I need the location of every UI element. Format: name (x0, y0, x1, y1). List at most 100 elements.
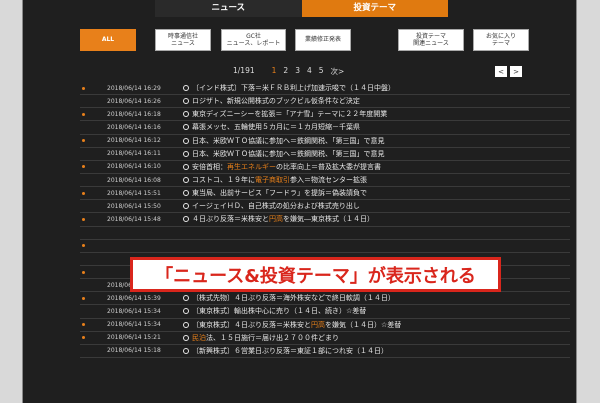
headline-text: ロジザト、新規公開株式のブックビル仮条件など決定 (192, 97, 360, 106)
news-circle-icon (183, 203, 189, 210)
page-link-1[interactable]: 1 (272, 66, 277, 77)
news-row[interactable]: 2018/06/14 16:16 幕張メッセ、五輪使用５カ月に＝１カ月短縮－千葉県 (80, 121, 570, 135)
news-row[interactable]: 2018/06/14 16:12 日本、米欧ＷＴＯ協議に参加へ＝鉄鋼関税、「第三国… (80, 135, 570, 148)
news-row[interactable]: 2018/06/14 15:48 ４日ぶり反落＝米株安と円高を嫌気―東京株式（１４… (80, 213, 570, 227)
bullet-dot-icon (80, 216, 86, 222)
news-circle-icon (183, 177, 189, 184)
news-date: 2018/06/14 16:12 (107, 137, 161, 145)
news-row[interactable]: 2018/06/14 15:39 〔株式先物〕４日ぶり反落＝海外株安などで終日軟調… (80, 292, 570, 306)
headline-keyword-link[interactable]: 電子商取引 (255, 176, 290, 184)
bullet-dot-icon (80, 177, 86, 183)
news-row[interactable]: 2018/06/14 16:26 ロジザト、新規公開株式のブックビル仮条件など決定 (80, 95, 570, 109)
tab-investment-theme[interactable]: 投資テーマ (301, 0, 448, 17)
news-row[interactable] (80, 240, 570, 253)
news-headline: 〔東京株式〕４日ぶり反落＝米株安と円高を嫌気（１４日）☆差替 (192, 320, 401, 330)
headline-keyword-link[interactable]: 円高 (311, 321, 325, 329)
news-row[interactable]: 2018/06/14 16:08 コストコ、１９年に電子商取引参入＝物流センター拡… (80, 174, 570, 188)
news-circle-icon (183, 216, 189, 223)
news-circle-icon (183, 98, 189, 105)
category-theme-news-button[interactable]: 投資テーマ 関連ニュース (398, 29, 464, 51)
headline-text: 日本、米欧ＷＴＯ協議に参加へ＝鉄鋼関税、「第三国」で意見 (192, 149, 385, 158)
news-date: 2018/06/14 16:29 (107, 84, 161, 92)
scroll-arrows: < > (495, 66, 522, 77)
headline-keyword-link[interactable]: 円高 (269, 215, 283, 223)
category-earnings-revision-button[interactable]: 業績修正発表 (295, 29, 351, 51)
pagination: 1/191 1 2 3 4 5 次> (233, 66, 344, 77)
bullet-dot-icon (80, 269, 86, 275)
headline-keyword-link[interactable]: 再生エネルギー (227, 163, 276, 171)
bullet-dot-icon (80, 111, 86, 117)
headline-text: コストコ、１９年に (192, 176, 255, 185)
news-circle-icon (183, 190, 189, 197)
category-jiji-button[interactable]: 時事通信社 ニュース (155, 29, 211, 51)
bullet-dot-icon (80, 282, 86, 288)
news-row[interactable]: 2018/06/14 16:10 安倍首相：再生エネルギーの比率向上＝普及拡大委が… (80, 161, 570, 174)
headline-text: 幕張メッセ、五輪使用５カ月に＝１カ月短縮－千葉県 (192, 123, 360, 132)
news-list: 2018/06/14 16:29 〔インド株式〕下落＝米ＦＲＢ利上げ加速示唆で（１… (80, 82, 570, 358)
news-date: 2018/06/14 15:34 (107, 321, 161, 329)
news-row[interactable]: 2018/06/14 15:34 〔東京株式〕４日ぶり反落＝米株安と円高を嫌気（１… (80, 319, 570, 332)
bullet-dot-icon (80, 124, 86, 130)
news-row[interactable] (80, 227, 570, 240)
news-circle-icon (183, 137, 189, 144)
news-row[interactable]: 2018/06/14 15:18 〔新興株式〕６営業日ぶり反落＝東証１部につれ安（… (80, 345, 570, 358)
headline-text: 〔株式先物〕４日ぶり反落＝海外株安などで終日軟調（１４日） (192, 294, 395, 303)
next-arrow-button[interactable]: > (510, 66, 522, 77)
news-date: 2018/06/14 16:11 (107, 150, 161, 158)
category-favorite-theme-button[interactable]: お気に入り テーマ (473, 29, 529, 51)
bullet-dot-icon (80, 335, 86, 341)
news-circle-icon (183, 308, 189, 315)
news-row[interactable]: 2018/06/14 16:11 日本、米欧ＷＴＯ協議に参加へ＝鉄鋼関税、「第三国… (80, 148, 570, 161)
category-all-button[interactable]: ALL (80, 29, 136, 51)
news-headline: イージェイＨＤ、自己株式の処分および株式売り出し (192, 201, 360, 211)
headline-text: ４日ぶり反落＝米株安と (192, 215, 269, 224)
tab-news[interactable]: ニュース (155, 0, 302, 17)
headline-text: 法、１５日施行＝届け出２７００件どまり (206, 333, 339, 342)
headline-text: の比率向上＝普及拡大委が提言書 (276, 162, 381, 171)
news-headline: 日本、米欧ＷＴＯ協議に参加へ＝鉄鋼関税、「第三国」で意見 (192, 136, 385, 146)
news-circle-icon (183, 347, 189, 354)
headline-text: を嫌気―東京株式（１４日） (283, 215, 374, 224)
news-headline: 〔インド株式〕下落＝米ＦＲＢ利上げ加速示唆で（１４日中盤） (192, 83, 395, 93)
headline-text: 東当局、出前サービス「フードラ」を提訴＝偽装請負で (192, 189, 367, 198)
news-row[interactable]: 2018/06/14 16:29 〔インド株式〕下落＝米ＦＲＢ利上げ加速示唆で（１… (80, 82, 570, 96)
annotation-caption: 「ニュース&投資テーマ」が表示される (130, 257, 501, 292)
prev-arrow-button[interactable]: < (495, 66, 507, 77)
bullet-dot-icon (80, 138, 86, 144)
page-link-2[interactable]: 2 (283, 66, 288, 77)
news-date: 2018/06/14 16:18 (107, 110, 161, 118)
bullet-dot-icon (80, 85, 86, 91)
headline-keyword-link[interactable]: 民泊 (192, 334, 206, 342)
news-row[interactable]: 2018/06/14 15:50 イージェイＨＤ、自己株式の処分および株式売り出し (80, 200, 570, 214)
headline-text: 参入＝物流センター拡張 (290, 176, 367, 185)
news-row[interactable]: 2018/06/14 16:18 東京ディズニーシーを拡張＝「アナ雪」テーマに２２… (80, 108, 570, 122)
news-row[interactable]: 2018/06/14 15:34 〔東京株式〕輸出株中心に売り（１４日、続き）☆差… (80, 305, 570, 319)
page-link-3[interactable]: 3 (295, 66, 300, 77)
headline-text: 〔インド株式〕下落＝米ＦＲＢ利上げ加速示唆で（１４日中盤） (192, 84, 395, 93)
bullet-dot-icon (80, 151, 86, 157)
news-headline: 〔新興株式〕６営業日ぶり反落＝東証１部につれ安（１４日） (192, 346, 388, 356)
news-circle-icon (183, 163, 189, 170)
bullet-dot-icon (80, 203, 86, 209)
news-row[interactable]: 2018/06/14 15:21 民泊法、１５日施行＝届け出２７００件どまり (80, 332, 570, 345)
news-circle-icon (183, 124, 189, 131)
next-page-link[interactable]: 次> (331, 66, 345, 77)
category-gc-button[interactable]: GC社 ニュース、レポート (221, 29, 286, 51)
news-headline: 東京ディズニーシーを拡張＝「アナ雪」テーマに２２年度開業 (192, 109, 387, 119)
headline-text: 東京ディズニーシーを拡張＝「アナ雪」テーマに２２年度開業 (192, 110, 388, 119)
page-link-5[interactable]: 5 (319, 66, 324, 77)
news-headline: 〔東京株式〕輸出株中心に売り（１４日、続き）☆差替 (192, 306, 366, 316)
bullet-dot-icon (80, 243, 86, 249)
news-row[interactable]: 2018/06/14 15:51 東当局、出前サービス「フードラ」を提訴＝偽装請負… (80, 187, 570, 201)
bullet-dot-icon (80, 98, 86, 104)
bullet-dot-icon (80, 348, 86, 354)
news-date: 2018/06/14 16:16 (107, 123, 161, 131)
news-headline: 東当局、出前サービス「フードラ」を提訴＝偽装請負で (192, 188, 367, 198)
page-link-4[interactable]: 4 (307, 66, 312, 77)
news-headline: 安倍首相：再生エネルギーの比率向上＝普及拡大委が提言書 (192, 162, 381, 172)
news-circle-icon (183, 150, 189, 157)
news-date: 2018/06/14 15:39 (107, 294, 161, 302)
category-filter-bar: ALL 時事通信社 ニュース GC社 ニュース、レポート 業績修正発表 投資テー… (80, 29, 540, 51)
news-circle-icon (183, 85, 189, 92)
main-tabs: ニュース 投資テーマ (155, 0, 448, 17)
